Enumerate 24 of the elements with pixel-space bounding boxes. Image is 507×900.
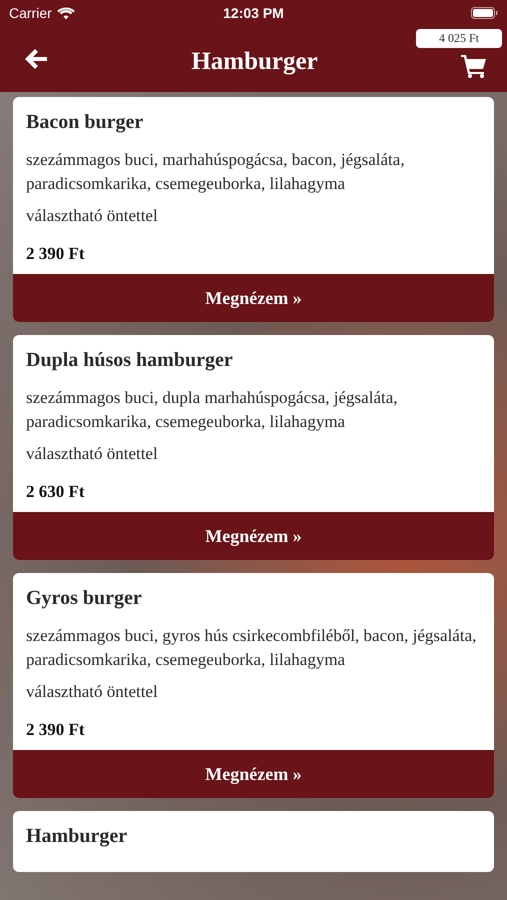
cart-total-badge: 4 025 Ft xyxy=(416,29,502,48)
back-arrow-icon[interactable] xyxy=(24,48,48,70)
product-description: szezámmagos buci, gyros hús csirkecombfiléből, bacon, jégsaláta, paradicsomkarika, csemegeuborka, lilahagyma xyxy=(26,625,478,671)
battery-icon xyxy=(470,7,498,19)
product-price: 2 390 Ft xyxy=(26,244,86,264)
product-name: Bacon burger xyxy=(26,111,144,134)
page-title: Hamburger xyxy=(191,47,318,76)
product-description: szezámmagos buci, dupla marhahúspogácsa, jégsaláta, paradicsomkarika, csemegeuborka, lilahagyma xyxy=(26,387,399,433)
product-name: Hamburger xyxy=(26,825,128,848)
view-button[interactable]: Megnézem » xyxy=(13,750,494,798)
view-button[interactable]: Megnézem » xyxy=(13,512,494,560)
product-price: 2 390 Ft xyxy=(26,720,86,740)
product-name: Gyros burger xyxy=(26,587,143,610)
product-description: szezámmagos buci, marhahúspogácsa, bacon, jégsaláta, paradicsomkarika, csemegeuborka, lilahagyma xyxy=(26,149,406,195)
product-note: választható öntettel xyxy=(26,681,159,703)
wifi-icon xyxy=(56,6,75,20)
product-price: 2 630 Ft xyxy=(26,482,86,502)
product-name: Dupla húsos hamburger xyxy=(26,349,234,372)
view-button[interactable]: Megnézem » xyxy=(13,274,494,322)
cart-icon[interactable] xyxy=(461,54,487,78)
clock-time: 12:03 PM xyxy=(223,5,284,21)
product-note: választható öntettel xyxy=(26,205,159,227)
product-note: választható öntettel xyxy=(26,443,159,465)
carrier-label: Carrier xyxy=(9,5,52,21)
